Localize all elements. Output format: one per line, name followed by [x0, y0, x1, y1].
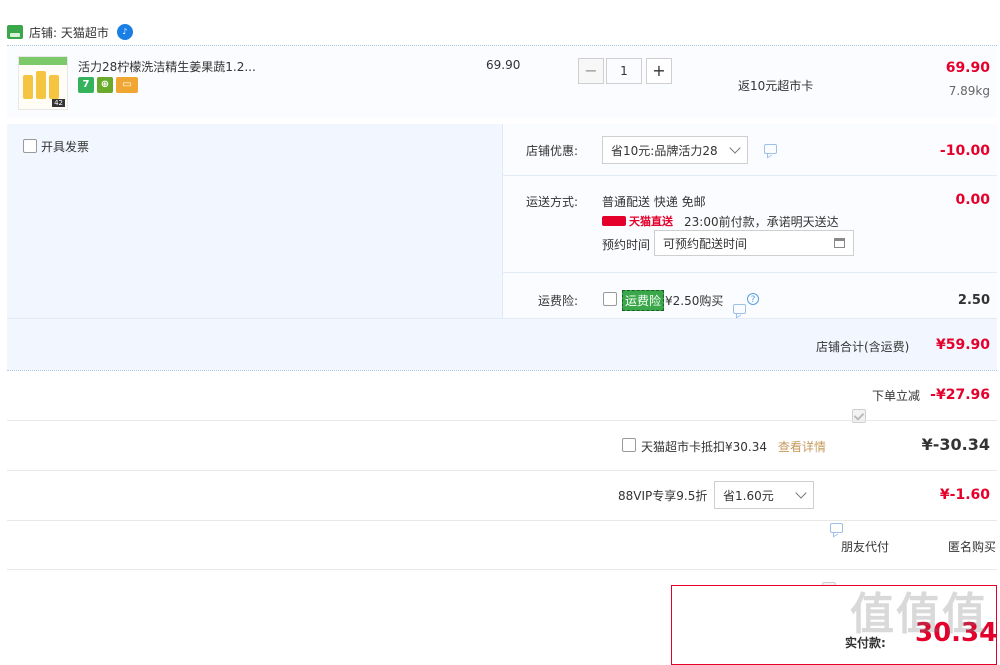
shop-discount-selected: 省10元:品牌活力28: [611, 143, 718, 158]
schedule-time-input[interactable]: 可预约配送时间: [654, 230, 854, 256]
shop-header: 店铺: 天猫超市 ♪: [7, 20, 997, 44]
divider: [7, 370, 997, 371]
tmall-direct-badge: 天猫直送: [602, 213, 673, 229]
help-icon[interactable]: ?: [747, 293, 759, 305]
watermark: 值值值: [850, 589, 988, 640]
quantity-decrease-button[interactable]: −: [578, 58, 604, 84]
shipping-method: 普通配送 快递 免邮: [602, 195, 706, 209]
item-total-price: 69.90: [945, 60, 990, 76]
friend-pay-label: 朋友代付: [841, 540, 890, 554]
view-details-link[interactable]: 查看详情: [778, 438, 826, 455]
delivery-promise: 23:00前付款，承诺明天送达: [684, 215, 839, 229]
product-title[interactable]: 活力28柠檬洗洁精生姜果蔬1.2...: [78, 58, 268, 75]
schedule-label: 预约时间: [602, 238, 651, 252]
supermarket-card-checkbox[interactable]: [622, 438, 636, 452]
vip-discount-amount: ¥-1.60: [939, 487, 990, 503]
divider: [7, 420, 997, 421]
vip-discount-selected: 省1.60元: [723, 488, 774, 503]
card-icon[interactable]: ▭: [116, 77, 138, 93]
product-thumbnail[interactable]: 42: [18, 56, 68, 110]
unit-price: 69.90: [486, 58, 521, 72]
divider: [502, 175, 997, 176]
shop-name[interactable]: 店铺: 天猫超市: [29, 24, 109, 41]
guarantee-icon[interactable]: ⊕: [97, 77, 113, 93]
vip-label: 88VIP专享9.5折: [618, 489, 708, 503]
chevron-down-icon: [795, 487, 807, 499]
shipping-amount: 0.00: [955, 192, 990, 208]
divider: [7, 470, 997, 471]
calendar-icon[interactable]: [834, 238, 845, 248]
quantity-input[interactable]: 1: [606, 58, 642, 84]
quantity-increase-button[interactable]: +: [646, 58, 672, 84]
message-icon[interactable]: [733, 304, 746, 314]
divider: [7, 318, 997, 319]
shipping-label: 运送方式:: [526, 195, 579, 209]
insurance-label: 运费险:: [538, 294, 579, 308]
message-icon[interactable]: [764, 144, 777, 154]
divider: [7, 520, 997, 521]
insurance-tag: 运费险: [622, 290, 665, 311]
instant-discount-amount: -¥27.96: [930, 387, 990, 403]
shop-icon: [7, 25, 23, 39]
product-badges: 7 ⊕ ▭: [78, 77, 138, 93]
chat-icon[interactable]: ♪: [116, 24, 133, 40]
message-icon[interactable]: [830, 523, 843, 533]
truck-icon: [602, 216, 626, 226]
invoice-label[interactable]: 开具发票: [41, 138, 89, 155]
supermarket-card-amount: ¥-30.34: [921, 435, 990, 454]
item-weight: 7.89kg: [948, 84, 990, 98]
insurance-price: ¥2.50购买: [665, 294, 724, 308]
anonymous-label[interactable]: 匿名购买: [948, 538, 996, 555]
schedule-time-value: 可预约配送时间: [663, 236, 748, 251]
vip-discount-select[interactable]: 省1.60元: [714, 481, 814, 509]
supermarket-card-label[interactable]: 天猫超市卡抵扣¥30.34: [641, 438, 767, 455]
invoice-checkbox[interactable]: [23, 139, 37, 153]
divider: [502, 272, 997, 273]
shop-discount-label: 店铺优惠:: [526, 144, 579, 158]
chevron-down-icon: [729, 142, 741, 154]
tmall-direct-text: 天猫直送: [629, 215, 673, 228]
shop-discount-select[interactable]: 省10元:品牌活力28: [602, 136, 748, 164]
cart-item-row: [7, 46, 997, 118]
shop-discount-amount: -10.00: [939, 143, 990, 159]
insurance-amount: 2.50: [957, 293, 990, 308]
divider: [7, 569, 997, 570]
seven-day-return-icon[interactable]: 7: [78, 77, 94, 93]
shop-total-amount: ¥59.90: [935, 337, 990, 353]
rebate-text: 返10元超市卡: [738, 79, 814, 93]
insurance-checkbox[interactable]: [603, 292, 617, 306]
thumb-tag: 42: [52, 99, 65, 107]
